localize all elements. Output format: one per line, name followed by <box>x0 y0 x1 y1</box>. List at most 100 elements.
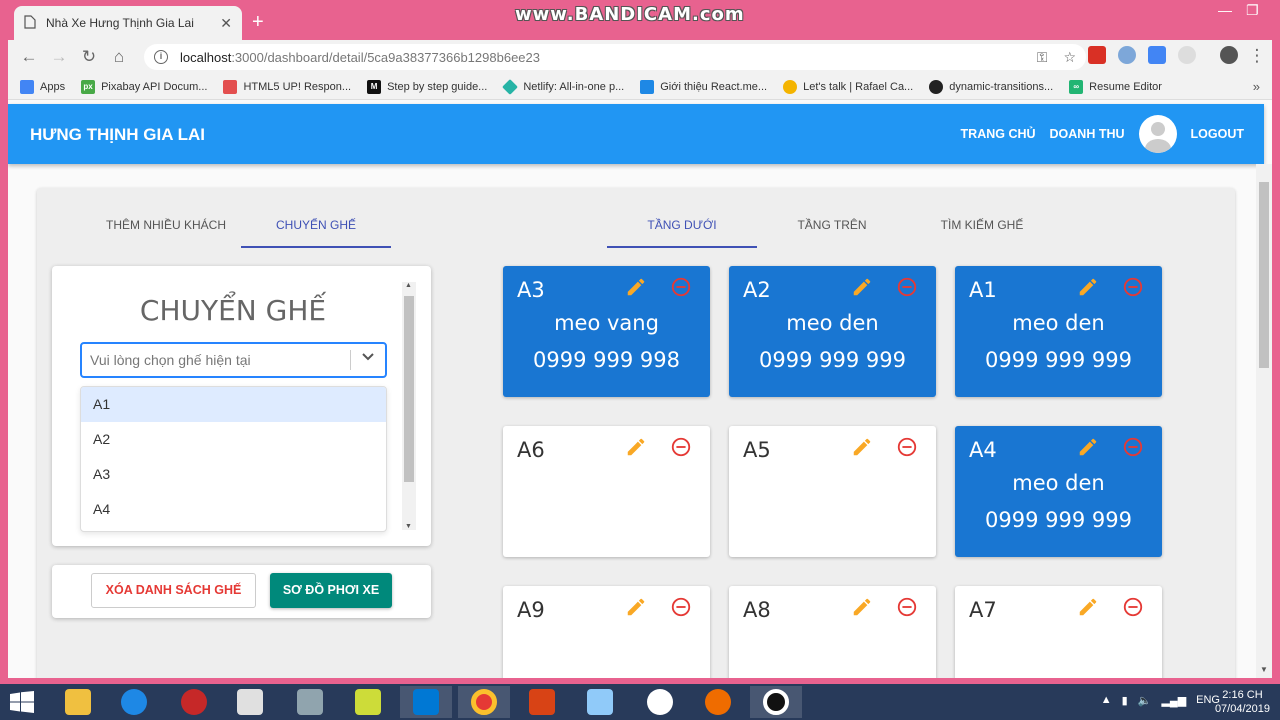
edit-pencil-icon[interactable] <box>851 276 873 298</box>
bookmarks-more-icon[interactable]: » <box>1253 79 1260 94</box>
new-tab-button[interactable]: + <box>252 10 264 34</box>
scroll-thumb[interactable] <box>1259 182 1269 368</box>
file-explorer-icon[interactable] <box>52 686 104 718</box>
profile-avatar[interactable] <box>1220 46 1238 64</box>
chrome-icon[interactable] <box>458 686 510 718</box>
home-icon[interactable]: ⌂ <box>104 47 134 67</box>
mongodb-icon[interactable] <box>634 686 686 718</box>
remove-circle-icon[interactable] <box>670 596 692 618</box>
edit-pencil-icon[interactable] <box>625 436 647 458</box>
logout-link[interactable]: LOGOUT <box>1191 127 1244 141</box>
clock[interactable]: 2:16 CH 07/04/2019 <box>1215 688 1270 716</box>
bookmark-item[interactable]: Netlify: All-in-one p... <box>502 78 624 95</box>
tab-search-seat[interactable]: TÌM KIẾM GHẾ <box>907 208 1057 248</box>
edit-pencil-icon[interactable] <box>625 276 647 298</box>
remove-circle-icon[interactable] <box>1122 436 1144 458</box>
seat-card[interactable]: A4 meo den 0999 999 999 <box>955 426 1162 557</box>
signal-icon[interactable]: ▂▄▆ <box>1161 694 1186 707</box>
chevron-up-icon[interactable]: ▲ <box>1101 694 1112 707</box>
scroll-up-icon[interactable]: ▲ <box>405 282 412 289</box>
seat-map-button[interactable]: SƠ ĐỒ PHƠI XE <box>270 573 392 608</box>
seat-card[interactable]: A6 <box>503 426 710 557</box>
bookmark-item[interactable]: Let's talk | Rafael Ca... <box>783 79 913 94</box>
seat-option[interactable]: A4 <box>81 492 386 527</box>
star-icon[interactable]: ☆ <box>1063 49 1076 66</box>
scroll-down-icon[interactable]: ▼ <box>1260 665 1268 674</box>
remove-circle-icon[interactable] <box>896 596 918 618</box>
bookmark-item[interactable]: Giới thiệu React.me... <box>640 79 767 94</box>
remove-circle-icon[interactable] <box>896 436 918 458</box>
remove-circle-icon[interactable] <box>1122 596 1144 618</box>
tab-upper-floor[interactable]: TẦNG TRÊN <box>757 208 907 248</box>
back-icon[interactable]: ← <box>14 47 44 67</box>
bookmark-item[interactable]: HTML5 UP! Respon... <box>223 79 351 94</box>
maximize-icon[interactable]: ❐ <box>1246 2 1259 19</box>
extension-icon[interactable] <box>1088 46 1106 64</box>
windows-start-icon[interactable] <box>8 691 38 713</box>
card-scrollbar[interactable]: ▲ ▼ <box>402 282 416 530</box>
avatar[interactable] <box>1138 115 1177 153</box>
bookmark-item[interactable]: M Step by step guide... <box>367 79 487 94</box>
brand-title[interactable]: HƯNG THỊNH GIA LAI <box>30 125 205 145</box>
clear-seat-list-button[interactable]: XÓA DANH SÁCH GHẾ <box>91 573 256 608</box>
edit-pencil-icon[interactable] <box>851 596 873 618</box>
key-icon[interactable]: ⚿ <box>1037 49 1048 66</box>
calculator-icon[interactable] <box>284 686 336 718</box>
seat-option[interactable]: A3 <box>81 457 386 492</box>
extension-icon[interactable] <box>1178 46 1196 64</box>
remove-circle-icon[interactable] <box>1122 276 1144 298</box>
app-icon[interactable] <box>224 686 276 718</box>
edit-pencil-icon[interactable] <box>851 436 873 458</box>
bookmark-item[interactable]: ∞ Resume Editor <box>1069 79 1162 94</box>
remove-circle-icon[interactable] <box>896 276 918 298</box>
seat-card[interactable]: A9 <box>503 586 710 678</box>
nav-home-link[interactable]: TRANG CHỦ <box>961 127 1036 141</box>
bookmark-item[interactable]: px Pixabay API Docum... <box>81 79 207 94</box>
chevron-down-icon[interactable] <box>361 351 375 365</box>
app-icon[interactable] <box>516 686 568 718</box>
volume-icon[interactable]: 🔈 <box>1138 694 1152 707</box>
bookmark-item[interactable]: dynamic-transitions... <box>929 79 1053 94</box>
internet-explorer-icon[interactable] <box>108 686 160 718</box>
tab-add-customers[interactable]: THÊM NHIỀU KHÁCH <box>91 208 241 248</box>
seat-card[interactable]: A2 meo den 0999 999 999 <box>729 266 936 397</box>
edit-pencil-icon[interactable] <box>625 596 647 618</box>
page-scrollbar[interactable]: ▼ <box>1256 164 1272 678</box>
current-seat-select[interactable]: Vui lòng chọn ghế hiện tại <box>80 342 387 378</box>
extension-icon[interactable] <box>1118 46 1136 64</box>
edit-pencil-icon[interactable] <box>1077 436 1099 458</box>
address-bar[interactable]: i localhost:3000/dashboard/detail/5ca9a3… <box>144 44 1086 70</box>
bandicam-icon[interactable] <box>750 686 802 718</box>
nav-revenue-link[interactable]: DOANH THU <box>1050 127 1125 141</box>
app-icon[interactable] <box>342 686 394 718</box>
scroll-down-icon[interactable]: ▼ <box>405 523 412 530</box>
scroll-thumb[interactable] <box>404 296 414 482</box>
close-tab-icon[interactable]: ✕ <box>220 15 232 32</box>
edit-pencil-icon[interactable] <box>1077 596 1099 618</box>
minimize-icon[interactable]: — <box>1218 2 1232 18</box>
paint-icon[interactable] <box>574 686 626 718</box>
remove-circle-icon[interactable] <box>670 276 692 298</box>
info-icon[interactable]: i <box>154 50 168 64</box>
menu-icon[interactable]: ⋮ <box>1242 46 1272 66</box>
seat-option[interactable]: A1 <box>81 387 386 422</box>
translate-icon[interactable] <box>1148 46 1166 64</box>
app-icon[interactable] <box>168 686 220 718</box>
bookmark-apps[interactable]: Apps <box>20 79 65 94</box>
seat-card[interactable]: A5 <box>729 426 936 557</box>
app-icon[interactable] <box>692 686 744 718</box>
seat-card[interactable]: A7 <box>955 586 1162 678</box>
seat-card[interactable]: A3 meo vang 0999 999 998 <box>503 266 710 397</box>
seat-card[interactable]: A8 <box>729 586 936 678</box>
seat-option[interactable]: A2 <box>81 422 386 457</box>
edit-pencil-icon[interactable] <box>1077 276 1099 298</box>
seat-card[interactable]: A1 meo den 0999 999 999 <box>955 266 1162 397</box>
remove-circle-icon[interactable] <box>670 436 692 458</box>
browser-tab[interactable]: Nhà Xe Hưng Thịnh Gia Lai ✕ <box>14 6 242 40</box>
vscode-icon[interactable] <box>400 686 452 718</box>
tab-lower-floor[interactable]: TẦNG DƯỚI <box>607 208 757 248</box>
forward-icon[interactable]: → <box>44 47 74 67</box>
tab-transfer-seat[interactable]: CHUYỂN GHẾ <box>241 208 391 248</box>
reload-icon[interactable]: ↻ <box>74 47 104 67</box>
network-icon[interactable]: ▮ <box>1122 694 1128 707</box>
